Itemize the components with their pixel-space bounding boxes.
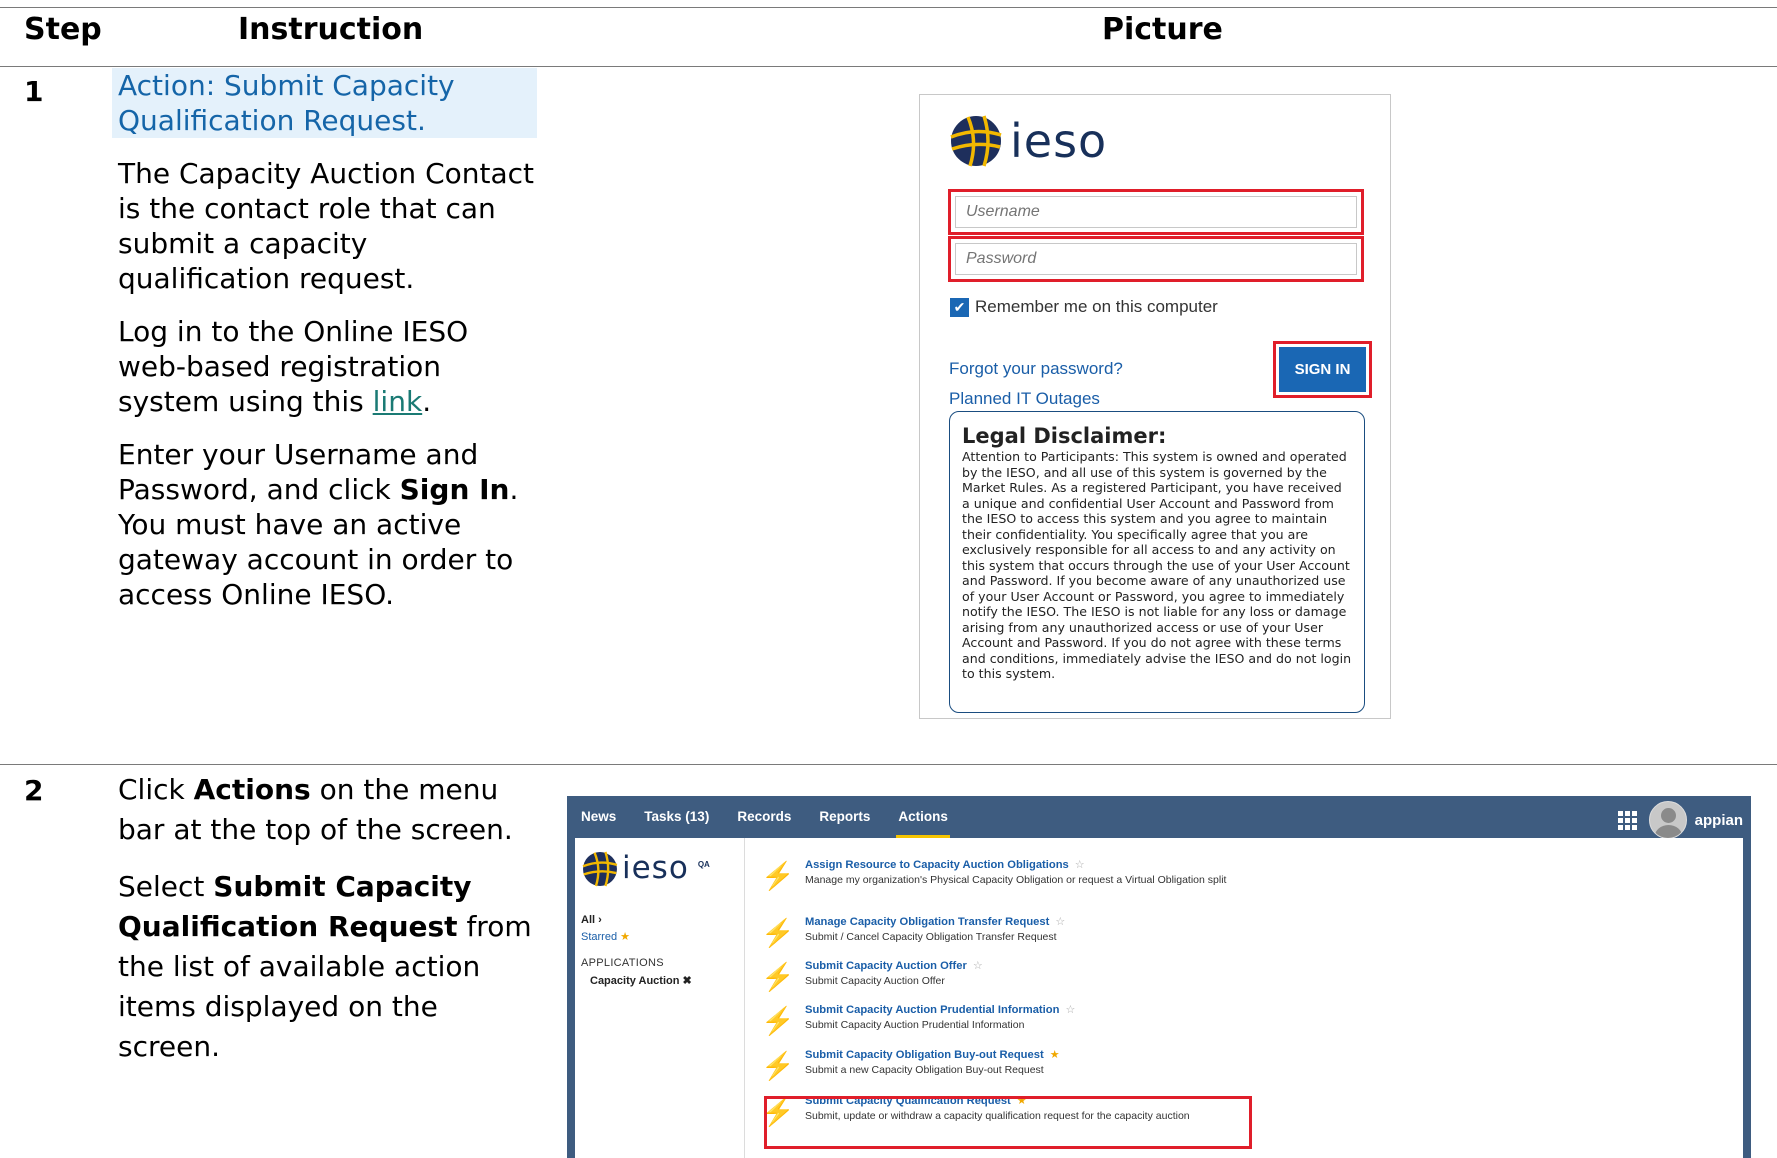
username-input[interactable]: [955, 196, 1357, 228]
appian-logo: appian: [1694, 811, 1743, 829]
action-title-text: Manage Capacity Obligation Transfer Requ…: [805, 916, 1050, 928]
step-separator-rule: [0, 764, 1777, 765]
lightning-bolt-icon: ⚡: [761, 1006, 795, 1036]
step1-para2: Log in to the Online IESO web-based regi…: [118, 314, 538, 419]
sidebar-wordmark: ieso: [622, 850, 689, 886]
sign-in-bold: Sign In: [399, 473, 510, 506]
login-screenshot: ieso ✔ Remember me on this computer Forg…: [919, 94, 1391, 719]
lightning-bolt-icon: ⚡: [761, 1051, 795, 1081]
step2-para1: Click Actions on the menu bar at the top…: [118, 770, 538, 850]
action-title[interactable]: Submit Capacity Auction Prudential Infor…: [805, 1003, 1075, 1016]
ieso-wordmark: ieso: [1010, 114, 1108, 168]
planned-outages-link[interactable]: Planned IT Outages: [949, 389, 1100, 409]
checkbox-checked-icon[interactable]: ✔: [950, 297, 969, 317]
action-heading: Action: Submit Capacity Qualification Re…: [112, 68, 537, 138]
action-title[interactable]: Assign Resource to Capacity Auction Obli…: [805, 858, 1085, 871]
lightning-bolt-icon: ⚡: [761, 962, 795, 992]
step1-para3: Enter your Username and Password, and cl…: [118, 437, 538, 612]
action-title[interactable]: Manage Capacity Obligation Transfer Requ…: [805, 915, 1065, 928]
actions-bold: Actions: [193, 773, 311, 806]
step-number-1: 1: [24, 75, 44, 108]
nav-reports[interactable]: Reports: [817, 796, 872, 838]
step1-instruction: Action: Submit Capacity Qualification Re…: [112, 68, 538, 630]
nav-actions[interactable]: Actions: [896, 796, 950, 838]
lightning-bolt-icon: ⚡: [761, 918, 795, 948]
qa-badge: QA: [697, 860, 710, 869]
action-title-text: Submit Capacity Auction Prudential Infor…: [805, 1004, 1060, 1016]
star-icon[interactable]: ☆: [1055, 916, 1065, 928]
action-description: Submit / Cancel Capacity Obligation Tran…: [805, 931, 1057, 943]
sidebar-ieso-logo: ieso QA: [581, 850, 710, 888]
nav-tasks[interactable]: Tasks (13): [642, 796, 711, 838]
star-icon[interactable]: ☆: [1065, 1004, 1075, 1016]
top-nav-bar: News Tasks (13) Records Reports Actions: [567, 796, 1751, 838]
action-description: Submit a new Capacity Obligation Buy-out…: [805, 1064, 1044, 1076]
lightning-bolt-icon: ⚡: [761, 861, 795, 891]
header-instruction: Instruction: [238, 12, 424, 47]
remember-label: Remember me on this computer: [975, 297, 1218, 316]
actions-sidebar: ieso QA All › Starred ★ APPLICATIONS Cap…: [575, 838, 745, 1158]
action-title-text: Submit Capacity Obligation Buy-out Reque…: [805, 1049, 1044, 1061]
password-highlight: [948, 236, 1364, 282]
ieso-logo: ieso: [948, 113, 1107, 169]
nav-news[interactable]: News: [579, 796, 618, 838]
star-icon[interactable]: ★: [1050, 1049, 1060, 1061]
action-title[interactable]: Submit Capacity Obligation Buy-out Reque…: [805, 1048, 1060, 1061]
username-highlight: [948, 189, 1364, 235]
applications-label: APPLICATIONS: [581, 957, 664, 969]
sign-in-button[interactable]: SIGN IN: [1279, 347, 1366, 392]
filter-capacity-auction[interactable]: Capacity Auction ✖: [590, 974, 692, 987]
disclaimer-body: Attention to Participants: This system i…: [962, 449, 1352, 681]
remember-me[interactable]: ✔ Remember me on this computer: [950, 297, 1218, 317]
action-title-text: Submit Capacity Auction Offer: [805, 960, 967, 972]
step2-instruction: Click Actions on the menu bar at the top…: [118, 770, 538, 1085]
nav-right-group: appian: [1617, 801, 1743, 839]
signin-highlight: SIGN IN: [1273, 341, 1372, 398]
disclaimer-title: Legal Disclaimer:: [962, 424, 1167, 448]
action-title-text: Assign Resource to Capacity Auction Obli…: [805, 859, 1069, 871]
header-picture: Picture: [1102, 12, 1223, 47]
star-icon: ★: [620, 931, 631, 943]
action-title[interactable]: Submit Capacity Auction Offer ☆: [805, 959, 983, 972]
action-description: Manage my organization's Physical Capaci…: [805, 874, 1227, 886]
user-avatar-icon[interactable]: [1648, 801, 1687, 839]
action-description: Submit Capacity Auction Prudential Infor…: [805, 1019, 1025, 1031]
ieso-globe-icon: [582, 851, 618, 887]
nav-records[interactable]: Records: [735, 796, 793, 838]
table-top-rule: [0, 7, 1777, 8]
s2p1-text: Click: [118, 773, 194, 806]
ieso-globe-icon: [950, 115, 1002, 167]
action-description: Submit Capacity Auction Offer: [805, 975, 945, 987]
submit-cq-highlight-box: [764, 1096, 1252, 1149]
star-icon[interactable]: ☆: [973, 960, 983, 972]
password-input[interactable]: [955, 243, 1357, 275]
filter-all[interactable]: All ›: [581, 914, 602, 926]
star-icon[interactable]: ☆: [1075, 859, 1085, 871]
step1-para1: The Capacity Auction Contact is the cont…: [118, 157, 535, 295]
online-ieso-link[interactable]: link: [373, 385, 423, 418]
header-step: Step: [24, 12, 102, 47]
para2-end: .: [422, 385, 432, 418]
forgot-password-link[interactable]: Forgot your password?: [949, 359, 1123, 379]
starred-label: Starred: [581, 931, 618, 943]
step-number-2: 2: [24, 774, 44, 807]
s2p2-text: Select: [118, 870, 214, 903]
header-rule: [0, 66, 1777, 67]
app-grid-icon[interactable]: [1617, 810, 1637, 830]
step2-para2: Select Submit Capacity Qualification Req…: [118, 867, 538, 1067]
legal-disclaimer: Legal Disclaimer: Attention to Participa…: [949, 411, 1365, 713]
filter-starred[interactable]: Starred ★: [581, 930, 630, 943]
